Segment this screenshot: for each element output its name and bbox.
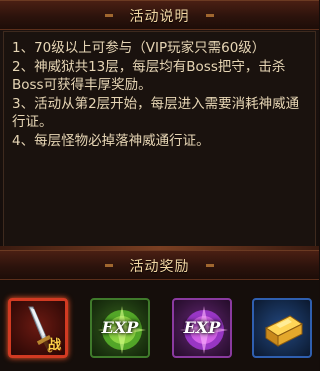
reward-label-zhan: 战: [47, 338, 61, 353]
reward-slot-exp-green[interactable]: EXP: [90, 298, 150, 358]
description-line-2: 2、神威狱共13层，每层均有Boss把守，击杀Boss可获得丰厚奖励。: [12, 58, 286, 94]
reward-slot-sword[interactable]: 战: [8, 298, 68, 358]
description-line-1: 1、70级以上可参与（VIP玩家只需60级）: [12, 40, 266, 56]
header-ornament-right: [206, 14, 214, 17]
rewards-row: 战 EXP EXP: [0, 281, 319, 371]
reward-label-exp: EXP: [183, 318, 221, 337]
reward-label-exp: EXP: [101, 318, 139, 337]
rewards-title: 活动奖励: [129, 259, 190, 275]
description-line-3: 3、活动从第2层开始，每层进入需要消耗神威通行证。: [12, 95, 300, 131]
description-title: 活动说明: [129, 9, 190, 25]
description-panel: 1、70级以上可参与（VIP玩家只需60级） 2、神威狱共13层，每层均有Bos…: [3, 31, 316, 247]
reward-slot-gold[interactable]: [252, 298, 312, 358]
rewards-header: 活动奖励: [0, 250, 319, 280]
reward-slot-exp-purple[interactable]: EXP: [172, 298, 232, 358]
description-line-4: 4、每层怪物必掉落神威通行证。: [12, 132, 210, 149]
header-ornament-right: [206, 264, 214, 267]
description-header: 活动说明: [0, 0, 319, 30]
description-text: 1、70级以上可参与（VIP玩家只需60级） 2、神威狱共13层，每层均有Bos…: [12, 39, 312, 150]
activity-panel: 活动说明 1、70级以上可参与（VIP玩家只需60级） 2、神威狱共13层，每层…: [0, 0, 319, 371]
gold-bar-icon: [265, 315, 303, 347]
